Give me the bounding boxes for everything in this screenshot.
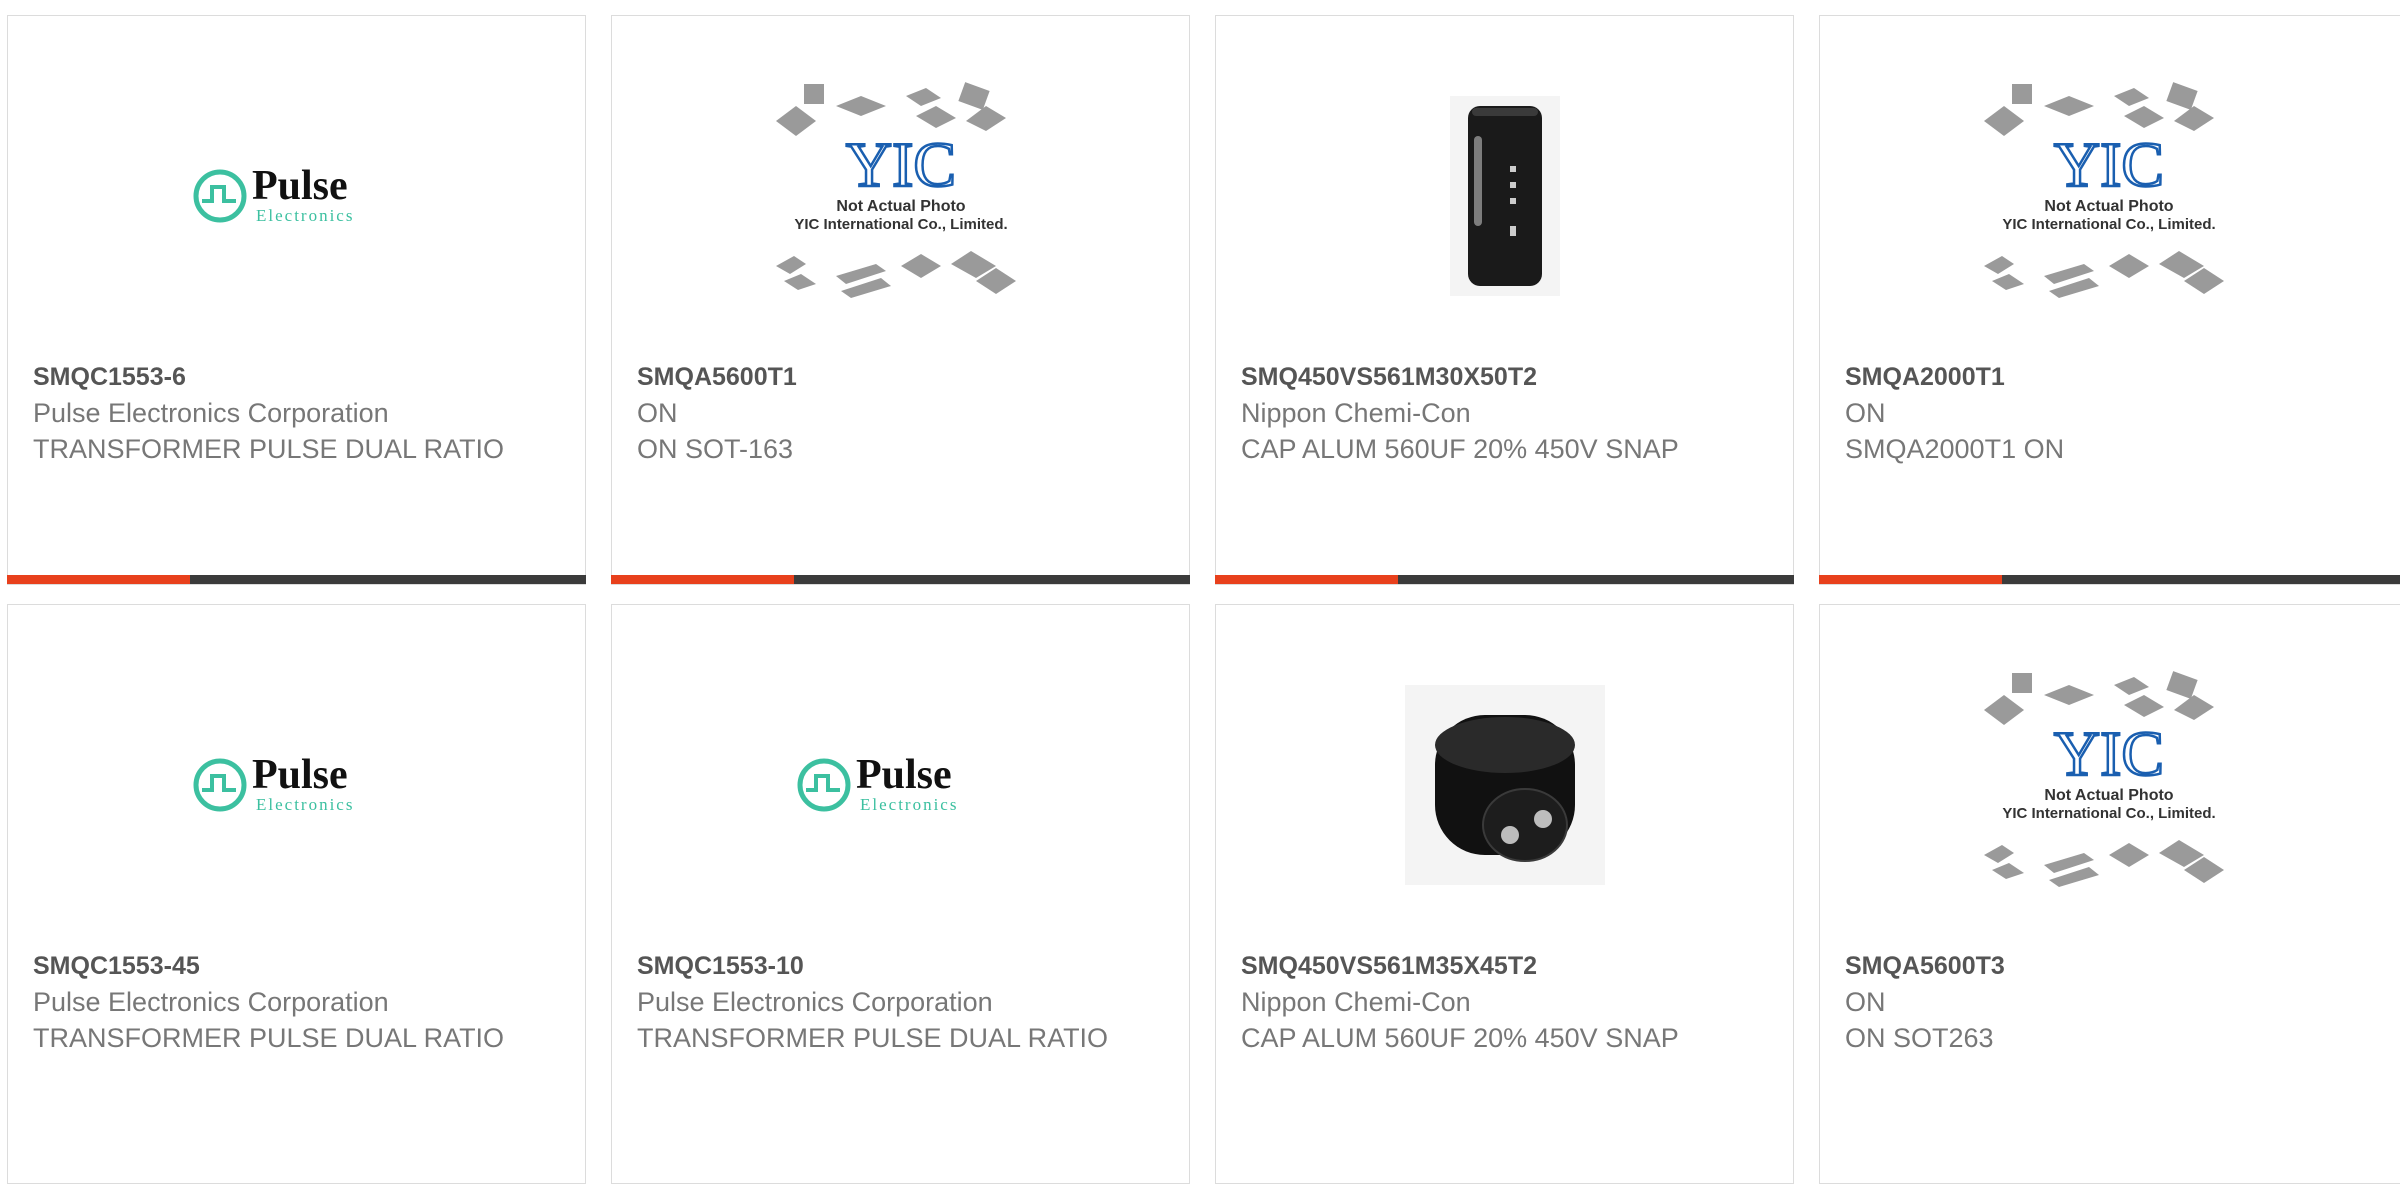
product-card[interactable]: YIC Not Actual Photo YIC International C… <box>1819 15 2400 585</box>
part-number[interactable]: SMQ450VS561M30X50T2 <box>1241 359 1773 395</box>
svg-text:YIC International Co., Limited: YIC International Co., Limited. <box>794 216 1007 233</box>
product-image[interactable]: Pulse Electronics <box>612 665 1189 905</box>
svg-text:Not Actual Photo: Not Actual Photo <box>2044 198 2173 215</box>
product-card[interactable]: SMQ450VS561M30X50T2 Nippon Chemi-Con CAP… <box>1215 15 1794 585</box>
product-card[interactable]: Pulse Electronics SMQC1553-45 Pulse Elec… <box>7 604 586 1184</box>
product-image[interactable] <box>1216 665 1793 905</box>
yic-placeholder-image: YIC Not Actual Photo YIC International C… <box>775 82 1016 298</box>
product-image[interactable]: YIC Not Actual Photo YIC International C… <box>1820 76 2397 316</box>
card-bottom-bar <box>611 575 1190 584</box>
description: TRANSFORMER PULSE DUAL RATIO <box>33 434 505 464</box>
product-card[interactable]: SMQ450VS561M35X45T2 Nippon Chemi-Con CAP… <box>1215 604 1794 1184</box>
product-card[interactable]: YIC Not Actual Photo YIC International C… <box>611 15 1190 585</box>
yic-placeholder-image: YIC Not Actual Photo YIC International C… <box>1983 671 2224 887</box>
svg-text:Pulse: Pulse <box>252 163 348 209</box>
svg-text:YIC International Co., Limited: YIC International Co., Limited. <box>2002 805 2215 822</box>
product-image[interactable]: Pulse Electronics <box>8 76 585 316</box>
svg-text:Pulse: Pulse <box>252 752 348 798</box>
description: CAP ALUM 560UF 20% 450V SNAP <box>1241 1023 1679 1053</box>
card-bottom-bar <box>1819 575 2400 584</box>
card-bottom-bar <box>1215 575 1794 584</box>
part-number[interactable]: SMQA5600T1 <box>637 359 1169 395</box>
manufacturer: Pulse Electronics Corporation <box>637 987 993 1017</box>
part-number[interactable]: SMQ450VS561M35X45T2 <box>1241 948 1773 984</box>
manufacturer: Pulse Electronics Corporation <box>33 987 389 1017</box>
svg-text:Not Actual Photo: Not Actual Photo <box>2044 787 2173 804</box>
svg-text:Electronics: Electronics <box>256 206 354 225</box>
svg-text:Pulse: Pulse <box>856 752 952 798</box>
manufacturer: Nippon Chemi-Con <box>1241 398 1471 428</box>
product-image[interactable]: Pulse Electronics <box>8 665 585 905</box>
description: TRANSFORMER PULSE DUAL RATIO <box>637 1023 1109 1053</box>
svg-text:Electronics: Electronics <box>860 795 958 814</box>
description: TRANSFORMER PULSE DUAL RATIO <box>33 1023 505 1053</box>
part-number[interactable]: SMQC1553-45 <box>33 948 565 984</box>
description: ON SOT-163 <box>637 434 794 464</box>
product-card[interactable]: YIC Not Actual Photo YIC International C… <box>1819 604 2400 1184</box>
product-image[interactable]: YIC Not Actual Photo YIC International C… <box>612 76 1189 316</box>
product-card[interactable]: Pulse Electronics SMQC1553-10 Pulse Elec… <box>611 604 1190 1184</box>
description: SMQA2000T1 ON <box>1845 434 2065 464</box>
svg-text:YIC: YIC <box>845 129 955 200</box>
manufacturer: Pulse Electronics Corporation <box>33 398 389 428</box>
svg-text:YIC International Co., Limited: YIC International Co., Limited. <box>2002 216 2215 233</box>
pulse-logo: Pulse Electronics <box>193 752 354 814</box>
part-number[interactable]: SMQC1553-10 <box>637 948 1169 984</box>
product-grid: Pulse Electronics SMQC1553-6 Pulse Elect… <box>0 0 2400 1184</box>
description: ON SOT263 <box>1845 1023 1994 1053</box>
svg-text:YIC: YIC <box>2053 129 2163 200</box>
svg-text:Not Actual Photo: Not Actual Photo <box>836 198 965 215</box>
svg-text:YIC: YIC <box>2053 718 2163 789</box>
manufacturer: ON <box>1845 398 1886 428</box>
yic-placeholder-image: YIC Not Actual Photo YIC International C… <box>1983 82 2224 298</box>
manufacturer: ON <box>637 398 678 428</box>
capacitor-side-photo <box>1449 96 1560 296</box>
pulse-logo: Pulse Electronics <box>797 752 958 814</box>
description: CAP ALUM 560UF 20% 450V SNAP <box>1241 434 1679 464</box>
product-card[interactable]: Pulse Electronics SMQC1553-6 Pulse Elect… <box>7 15 586 585</box>
card-bottom-bar <box>7 575 586 584</box>
pulse-logo: Pulse Electronics <box>193 163 354 225</box>
product-image[interactable]: YIC Not Actual Photo YIC International C… <box>1820 665 2397 905</box>
part-number[interactable]: SMQA5600T3 <box>1845 948 2398 984</box>
product-image[interactable] <box>1216 76 1793 316</box>
capacitor-top-photo <box>1404 685 1605 885</box>
svg-text:Electronics: Electronics <box>256 795 354 814</box>
manufacturer: ON <box>1845 987 1886 1017</box>
part-number[interactable]: SMQC1553-6 <box>33 359 565 395</box>
part-number[interactable]: SMQA2000T1 <box>1845 359 2398 395</box>
manufacturer: Nippon Chemi-Con <box>1241 987 1471 1017</box>
